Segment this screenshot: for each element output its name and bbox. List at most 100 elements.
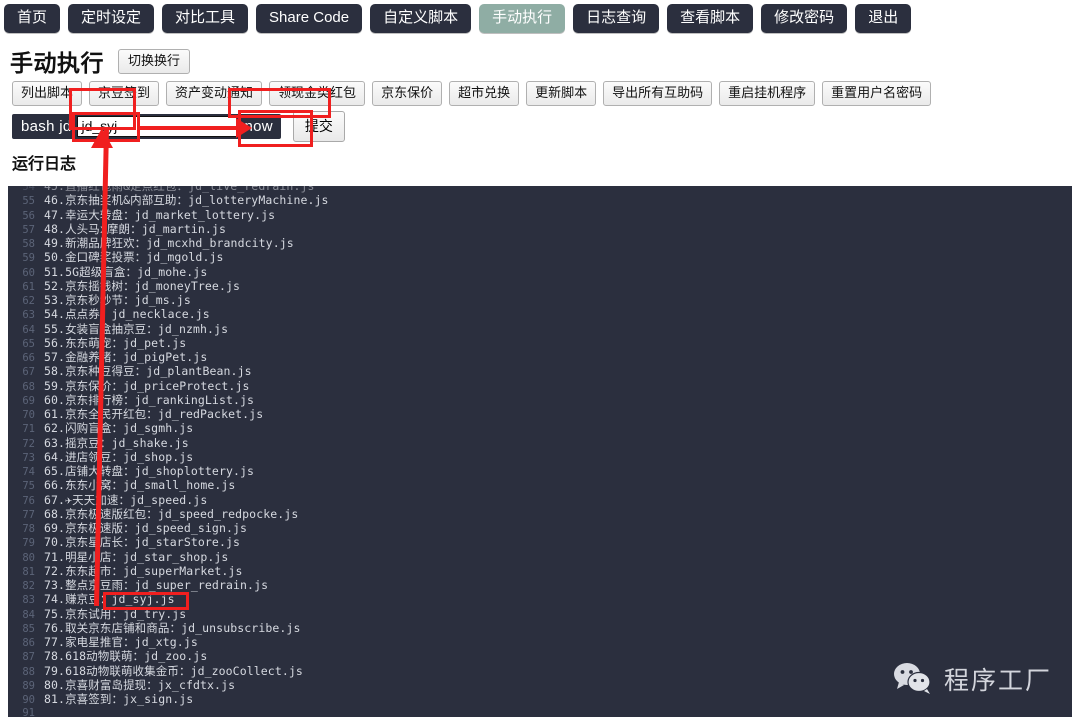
log-line-number: 62 (22, 295, 35, 307)
price-protect-button[interactable]: 京东保价 (372, 81, 443, 106)
log-line-text: 81.京喜签到：jx_sign.js (44, 692, 194, 706)
nav-item-log-query[interactable]: 日志查询 (573, 4, 660, 33)
log-line: 67 58.京东种豆得豆：jd_plantBean.js (8, 364, 1072, 378)
log-line-number: 81 (22, 565, 35, 578)
restart-daemon-button[interactable]: 重启挂机程序 (719, 81, 816, 106)
log-line-text: 55.女装盲盒抽京豆：jd_nzmh.js (44, 321, 229, 336)
log-line: 80 71.明星小店：jd_star_shop.js (8, 550, 1072, 564)
log-line-number: 61 (22, 280, 35, 293)
log-line: 73 64.进店领豆：jd_shop.js (8, 450, 1072, 464)
log-line-number: 70 (22, 409, 35, 421)
log-line-text: 60.京东排行榜：jd_rankingList.js (44, 392, 255, 407)
log-line-number: 75 (22, 480, 35, 493)
supermarket-exchange-button[interactable]: 超市兑换 (449, 81, 520, 106)
log-line-text: 76.取关京东店铺和商品：jd_unsubscribe.js (44, 620, 301, 635)
command-suffix: now (244, 117, 273, 135)
nav-item-share-code[interactable]: Share Code (256, 4, 363, 33)
log-line-text: 80.京喜财富岛提现：jx_cfdtx.js (44, 677, 236, 692)
log-line-text: 73.整点京豆雨：jd_super_redrain.js (44, 578, 269, 592)
reset-credentials-button[interactable]: 重置用户名密码 (822, 81, 932, 106)
log-line-number: 76 (22, 494, 35, 507)
log-line-number: 57 (22, 223, 35, 236)
log-line-number: 78 (22, 523, 35, 535)
log-line: 59 50.金口碑奖投票：jd_mgold.js (8, 250, 1072, 264)
nav-item-logout[interactable]: 退出 (855, 4, 912, 33)
log-line: 60 51.5G超级盲盒：jd_mohe.js (8, 265, 1072, 279)
log-line-number: 56 (22, 209, 35, 222)
log-line-number: 54 (22, 186, 35, 193)
nav-item-view-script[interactable]: 查看脚本 (667, 4, 754, 33)
export-helpcodes-button[interactable]: 导出所有互助码 (603, 81, 713, 106)
nav-item-home[interactable]: 首页 (4, 4, 61, 33)
log-line-text: 52.京东摇钱树：jd_moneyTree.js (44, 278, 241, 293)
run-log-panel[interactable]: 54 45.直播红包雨&定点红包：jd_live_redrain.js 55 46.京… (8, 186, 1072, 717)
log-line-text: 46.京东抽奖机&内部互助：jd_lotteryMachine.js (44, 193, 329, 208)
submit-button[interactable]: 提交 (292, 110, 345, 142)
log-line: 84 75.京东试用：jd_try.js (8, 607, 1072, 621)
log-line-text: 58.京东种豆得豆：jd_plantBean.js (44, 364, 252, 379)
log-line: 70 61.京东全民开红包：jd_redPacket.js (8, 407, 1072, 421)
log-line: 83 74.赚京豆：jd_syj.js (8, 592, 1072, 606)
log-line-number: 88 (22, 665, 35, 678)
log-line-number: 63 (22, 309, 35, 322)
log-line-number: 55 (22, 195, 35, 208)
log-line-text: 68.京东极速版红包：jd_speed_redpocke.js (44, 506, 299, 521)
log-line: 72 63.摇京豆：jd_shake.js (8, 436, 1072, 450)
log-line: 55 46.京东抽奖机&内部互助：jd_lotteryMachine.js (8, 193, 1072, 207)
log-line-number: 82 (22, 580, 35, 592)
log-line-text: 57.金融养猪：jd_pigPet.js (44, 350, 208, 364)
log-line: 54 45.直播红包雨&定点红包：jd_live_redrain.js (8, 186, 1072, 193)
log-line-text: 54.点点券：jd_necklace.js (44, 307, 210, 322)
log-line: 64 55.女装盲盒抽京豆：jd_nzmh.js (8, 322, 1072, 336)
log-line: 69 60.京东排行榜：jd_rankingList.js (8, 393, 1072, 407)
log-line-number: 79 (22, 537, 35, 550)
log-line-text: 66.东东小窝：jd_small_home.js (44, 478, 236, 493)
nav-item-custom-script[interactable]: 自定义脚本 (370, 4, 472, 33)
log-line: 74 65.店铺大转盘：jd_shoplottery.js (8, 464, 1072, 478)
log-line: 68 59.京东保价：jd_priceProtect.js (8, 379, 1072, 393)
main-navigation: 首页 定时设定 对比工具 Share Code 自定义脚本 手动执行 日志查询 … (0, 0, 1080, 36)
log-line-number: 59 (22, 252, 35, 265)
cash-redpacket-button[interactable]: 领现金类红包 (269, 81, 366, 106)
page-header: 手动执行 切换换行 (0, 36, 1080, 76)
bean-checkin-button[interactable]: 京豆签到 (89, 81, 160, 106)
asset-change-notify-button[interactable]: 资产变动通知 (166, 81, 263, 106)
list-scripts-button[interactable]: 列出脚本 (12, 81, 83, 106)
update-script-button[interactable]: 更新脚本 (526, 81, 597, 106)
run-log-lines: 54 45.直播红包雨&定点红包：jd_live_redrain.js 55 46.京… (8, 186, 1072, 717)
nav-item-compare-tool[interactable]: 对比工具 (162, 4, 249, 33)
run-log-heading: 运行日志 (12, 156, 77, 173)
nav-item-change-password[interactable]: 修改密码 (761, 4, 848, 33)
log-line-text: 53.京东秒秒节：jd_ms.js (44, 293, 191, 307)
nav-item-manual-run[interactable]: 手动执行 (479, 4, 566, 33)
log-line-text: 48.人头马x摩朗：jd_martin.js (44, 221, 226, 236)
script-name-input[interactable] (77, 115, 238, 137)
log-line-number: 64 (22, 323, 35, 336)
log-line-number: 85 (22, 622, 35, 635)
log-line: 79 70.京东星店长：jd_starStore.js (8, 535, 1072, 549)
nav-item-schedule[interactable]: 定时设定 (68, 4, 155, 33)
log-line: 82 73.整点京豆雨：jd_super_redrain.js (8, 578, 1072, 592)
log-line: 85 76.取关京东店铺和商品：jd_unsubscribe.js (8, 621, 1072, 635)
toggle-wrap-button[interactable]: 切换换行 (118, 48, 191, 74)
log-line: 57 48.人头马x摩朗：jd_martin.js (8, 222, 1072, 236)
log-line-number: 73 (22, 451, 35, 464)
log-line-number: 74 (22, 466, 35, 478)
log-line-number: 80 (22, 551, 35, 564)
log-line-number: 91 (22, 707, 35, 717)
log-line-number: 68 (22, 380, 35, 393)
log-line: 58 49.新潮品牌狂欢：jd_mcxhd_brandcity.js (8, 236, 1072, 250)
log-line-number: 89 (22, 679, 35, 692)
command-row: bash jd now 提交 (0, 104, 1080, 142)
log-line: 71 62.闪购盲盒：jd_sgmh.js (8, 421, 1072, 435)
log-line-number: 67 (22, 366, 35, 379)
log-line-number: 65 (22, 337, 35, 350)
script-action-toolbar: 列出脚本 京豆签到 资产变动通知 领现金类红包 京东保价 超市兑换 更新脚本 导… (0, 74, 1080, 106)
wechat-icon (893, 663, 931, 694)
log-line-number: 83 (22, 594, 35, 607)
log-line-text: 77.家电星推官：jd_xtg.js (44, 635, 198, 649)
watermark-label: 程序工厂 (943, 667, 1052, 695)
log-line: 56 47.幸运大转盘：jd_market_lottery.js (8, 208, 1072, 222)
log-line: 86 77.家电星推官：jd_xtg.js (8, 635, 1072, 649)
log-line: 66 57.金融养猪：jd_pigPet.js (8, 350, 1072, 364)
